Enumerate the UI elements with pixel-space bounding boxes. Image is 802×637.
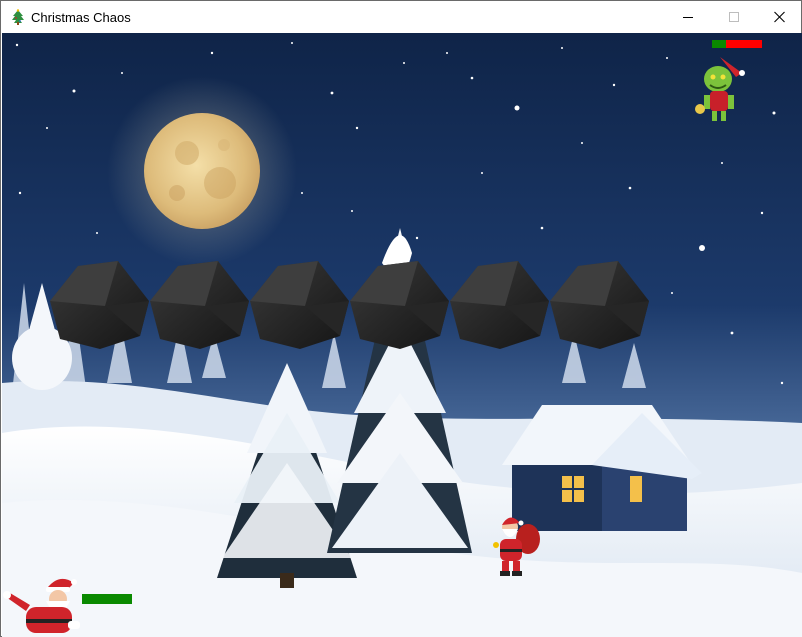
coal-lump bbox=[250, 261, 349, 349]
santa-claus-player-sprite bbox=[3, 578, 80, 633]
coal-lump bbox=[150, 261, 249, 349]
close-button[interactable] bbox=[757, 1, 802, 33]
coal-lump bbox=[350, 261, 449, 349]
window-title: Christmas Chaos bbox=[31, 10, 131, 25]
game-window: Christmas Chaos bbox=[0, 0, 802, 637]
title-bar[interactable]: Christmas Chaos bbox=[1, 1, 801, 33]
christmas-tree-icon bbox=[12, 9, 24, 25]
enemy-health-bar bbox=[712, 40, 762, 48]
player-health-fill bbox=[82, 594, 132, 604]
coal-lump bbox=[550, 261, 649, 349]
coal-lump bbox=[450, 261, 549, 349]
player-health-bar bbox=[82, 594, 132, 604]
maximize-icon bbox=[729, 12, 739, 22]
maximize-button[interactable] bbox=[711, 1, 757, 33]
obstacle-layer bbox=[50, 261, 649, 349]
minimize-button[interactable] bbox=[665, 1, 711, 33]
santa-with-sack-sprite bbox=[493, 517, 540, 576]
minimize-icon bbox=[683, 17, 693, 18]
enemy-health-fill bbox=[712, 40, 726, 48]
grinch-sprite bbox=[695, 57, 745, 121]
close-icon bbox=[774, 11, 785, 23]
coal-lump bbox=[50, 261, 149, 349]
game-canvas[interactable] bbox=[2, 33, 802, 637]
